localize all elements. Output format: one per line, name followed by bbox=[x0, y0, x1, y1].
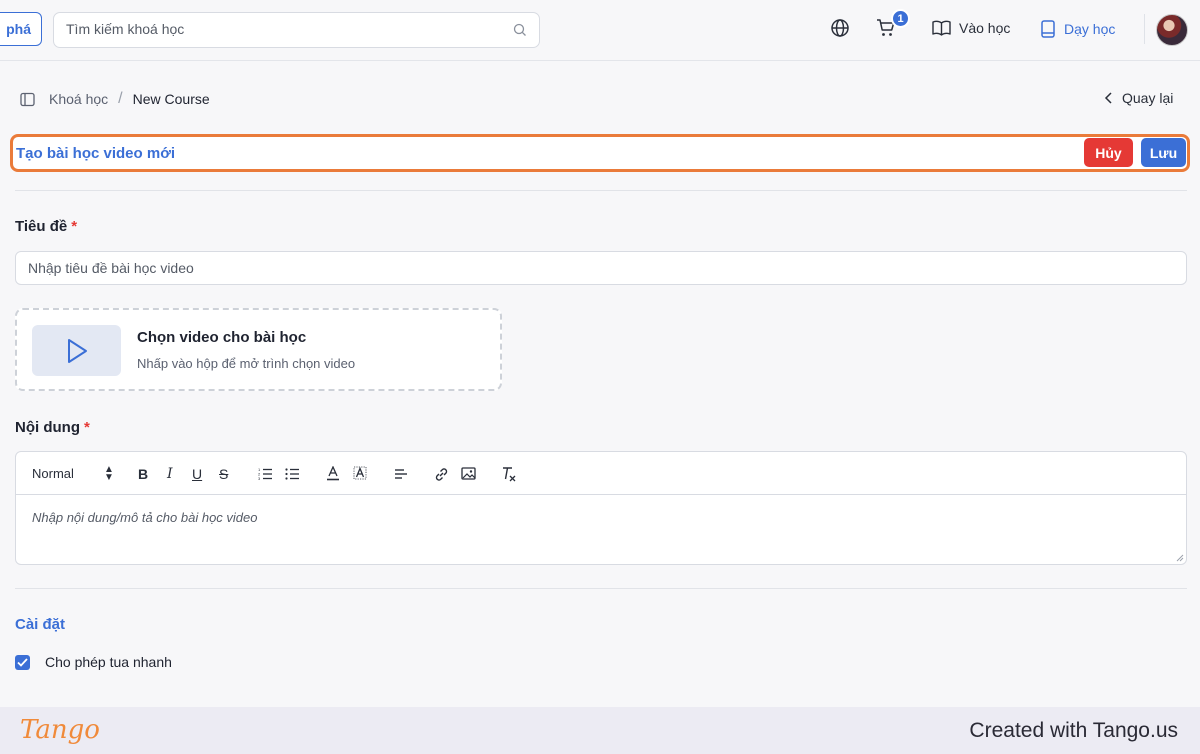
save-button[interactable]: Lưu bbox=[1141, 138, 1186, 167]
teach-label: Dạy học bbox=[1064, 21, 1116, 37]
open-book-icon bbox=[932, 20, 951, 36]
learn-link[interactable]: Vào học bbox=[932, 20, 1010, 36]
content-label: Nội dung * bbox=[15, 419, 90, 436]
svg-text:3: 3 bbox=[258, 476, 261, 480]
chevron-left-icon bbox=[1104, 92, 1112, 104]
learn-label: Vào học bbox=[959, 20, 1011, 36]
tango-logo: Tango bbox=[20, 715, 100, 745]
image-icon[interactable] bbox=[461, 467, 476, 480]
video-thumbnail bbox=[32, 325, 121, 376]
back-link[interactable]: Quay lại bbox=[1104, 90, 1173, 106]
breadcrumb-separator: / bbox=[118, 90, 123, 107]
italic-button[interactable]: I bbox=[167, 466, 173, 482]
search-icon[interactable] bbox=[513, 23, 527, 37]
underline-button[interactable]: U bbox=[192, 466, 202, 482]
content-label-text: Nội dung bbox=[15, 419, 80, 436]
explore-button[interactable]: phá bbox=[0, 12, 42, 46]
link-icon[interactable] bbox=[434, 467, 449, 482]
book-icon bbox=[1041, 20, 1055, 38]
teach-link[interactable]: Dạy học bbox=[1040, 20, 1115, 38]
search-input[interactable] bbox=[66, 21, 496, 37]
resize-handle-icon[interactable] bbox=[1176, 554, 1184, 562]
sidebar-toggle-icon[interactable] bbox=[20, 92, 35, 107]
strike-button[interactable]: S bbox=[219, 466, 228, 482]
title-input[interactable] bbox=[15, 251, 1187, 285]
avatar[interactable] bbox=[1156, 14, 1188, 46]
search-box[interactable] bbox=[53, 12, 540, 48]
play-icon bbox=[67, 338, 87, 363]
top-bar: phá 1 Vào học Dạy học bbox=[0, 0, 1200, 61]
text-color-icon[interactable] bbox=[326, 466, 340, 481]
form-header: Tạo bài học video mới Hủy Lưu bbox=[10, 134, 1190, 172]
cancel-button[interactable]: Hủy bbox=[1084, 138, 1133, 167]
align-icon[interactable] bbox=[394, 468, 408, 480]
bold-button[interactable]: B bbox=[138, 466, 148, 482]
required-mark: * bbox=[71, 218, 78, 235]
breadcrumb-current: New Course bbox=[132, 91, 210, 107]
divider bbox=[15, 588, 1187, 589]
background-color-icon[interactable] bbox=[353, 466, 367, 481]
page-title: Tạo bài học video mới bbox=[16, 145, 176, 162]
video-picker-title: Chọn video cho bài học bbox=[137, 329, 307, 346]
format-select[interactable]: Normal bbox=[32, 466, 74, 481]
breadcrumb-courses[interactable]: Khoá học bbox=[49, 91, 108, 107]
fast-forward-checkbox[interactable] bbox=[15, 655, 30, 670]
bullet-list-icon[interactable] bbox=[285, 467, 300, 480]
explore-label: phá bbox=[6, 21, 31, 37]
tango-footer: Tango Created with Tango.us bbox=[0, 707, 1200, 754]
globe-icon[interactable] bbox=[830, 18, 850, 38]
settings-title: Cài đặt bbox=[15, 616, 66, 633]
video-picker[interactable]: Chọn video cho bài học Nhấp vào hộp để m… bbox=[15, 308, 502, 391]
check-icon bbox=[17, 658, 28, 667]
cart-count-badge: 1 bbox=[891, 9, 910, 28]
updown-icon[interactable]: ▲ ▼ bbox=[104, 465, 114, 483]
editor-content-area[interactable]: Nhập nội dung/mô tả cho bài học video bbox=[32, 510, 258, 525]
editor-toolbar: Normal ▲ ▼ B I U S 123 bbox=[16, 452, 1186, 495]
divider bbox=[15, 190, 1187, 191]
divider bbox=[1144, 14, 1145, 44]
back-label: Quay lại bbox=[1122, 90, 1174, 106]
required-mark: * bbox=[83, 419, 90, 436]
title-label-text: Tiêu đề bbox=[15, 218, 68, 235]
video-picker-subtitle: Nhấp vào hộp để mở trình chọn video bbox=[137, 356, 356, 371]
title-label: Tiêu đề * bbox=[15, 218, 77, 235]
editor-placeholder: Nhập nội dung/mô tả cho bài học video bbox=[32, 510, 258, 525]
fast-forward-label[interactable]: Cho phép tua nhanh bbox=[45, 654, 172, 670]
ordered-list-icon[interactable]: 123 bbox=[258, 467, 273, 480]
rich-text-editor: Normal ▲ ▼ B I U S 123 Nhập nội dung/mô t… bbox=[15, 451, 1187, 565]
tango-credit: Created with Tango.us bbox=[969, 719, 1178, 742]
breadcrumb: Khoá học / New Course bbox=[20, 90, 210, 108]
clear-format-icon[interactable] bbox=[501, 466, 517, 482]
